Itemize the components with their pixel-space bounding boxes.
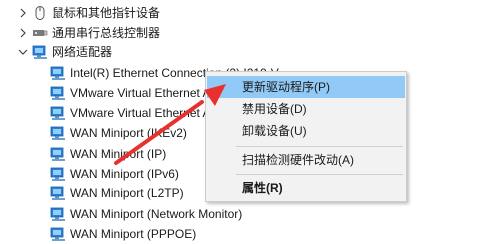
usb-icon bbox=[32, 25, 48, 41]
menu-item-scan-hardware[interactable]: 扫描检测硬件改动(A) bbox=[207, 149, 405, 171]
menu-item-update-driver[interactable]: 更新驱动程序(P) bbox=[207, 76, 405, 98]
menu-item-uninstall-device[interactable]: 卸载设备(U) bbox=[207, 120, 405, 142]
tree-item-label: WAN Miniport (IPv6) bbox=[70, 167, 179, 181]
tree-item-label: 网络适配器 bbox=[52, 45, 113, 59]
tree-item-label: WAN Miniport (IP) bbox=[70, 147, 167, 161]
tree-item-usb[interactable]: 通用串行总线控制器 bbox=[18, 23, 160, 43]
tree-item-label: WAN Miniport (Network Monitor) bbox=[70, 207, 243, 221]
menu-separator bbox=[236, 174, 403, 175]
menu-item-disable-device[interactable]: 禁用设备(D) bbox=[207, 98, 405, 120]
context-menu: 更新驱动程序(P) 禁用设备(D) 卸载设备(U) 扫描检测硬件改动(A) 属性… bbox=[205, 71, 407, 202]
tree-item-label: WAN Miniport (IKEv2) bbox=[70, 126, 187, 140]
network-adapter-icon bbox=[50, 226, 66, 242]
network-adapter-icon bbox=[50, 166, 66, 182]
tree-item-network-adapters[interactable]: 网络适配器 bbox=[18, 42, 112, 62]
network-adapter-icon bbox=[50, 65, 66, 81]
tree-item-adapter[interactable]: WAN Miniport (IPv6) bbox=[50, 164, 179, 184]
tree-item-adapter[interactable]: WAN Miniport (Network Monitor) bbox=[50, 204, 242, 224]
network-adapter-icon bbox=[50, 206, 66, 222]
network-adapter-icon bbox=[50, 185, 66, 201]
network-adapter-icon bbox=[50, 125, 66, 141]
tree-item-mouse[interactable]: 鼠标和其他指针设备 bbox=[18, 3, 160, 23]
mouse-icon bbox=[32, 5, 48, 21]
chevron-right-icon[interactable] bbox=[18, 8, 28, 18]
network-adapter-icon bbox=[32, 44, 48, 60]
tree-item-label: 通用串行总线控制器 bbox=[52, 26, 161, 40]
tree-item-label: WAN Miniport (L2TP) bbox=[70, 186, 184, 200]
tree-item-adapter[interactable]: WAN Miniport (IP) bbox=[50, 144, 166, 164]
tree-item-adapter[interactable]: WAN Miniport (L2TP) bbox=[50, 183, 184, 203]
network-adapter-icon bbox=[50, 146, 66, 162]
tree-item-label: 鼠标和其他指针设备 bbox=[52, 6, 161, 20]
menu-separator bbox=[236, 146, 403, 147]
chevron-down-icon[interactable] bbox=[18, 47, 28, 57]
network-adapter-icon bbox=[50, 105, 66, 121]
tree-item-adapter[interactable]: WAN Miniport (IKEv2) bbox=[50, 123, 187, 143]
tree-item-adapter[interactable]: WAN Miniport (PPPOE) bbox=[50, 224, 196, 244]
menu-item-properties[interactable]: 属性(R) bbox=[207, 177, 405, 199]
tree-item-label: WAN Miniport (PPPOE) bbox=[70, 227, 197, 241]
chevron-right-icon[interactable] bbox=[18, 28, 28, 38]
network-adapter-icon bbox=[50, 85, 66, 101]
